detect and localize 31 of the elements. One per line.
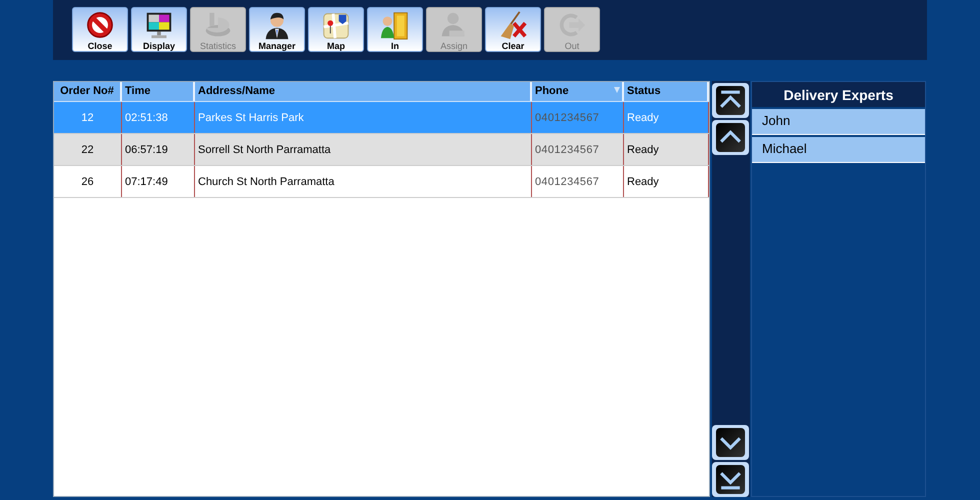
list-item[interactable]: Michael [752, 137, 925, 163]
table-cell: Ready [624, 134, 709, 165]
toolbar-button[interactable]: Manager [249, 7, 305, 52]
table-cell: 0401234567 [532, 134, 624, 165]
toolbar-button[interactable]: In [367, 7, 423, 52]
table-cell: 12 [54, 102, 122, 133]
scroll-bottom-button[interactable] [712, 462, 749, 497]
toolbar-button[interactable]: Display [131, 7, 187, 52]
table-cell: 22 [54, 134, 122, 165]
table-cell: 07:17:49 [122, 166, 195, 197]
table-cell: 06:57:19 [122, 134, 195, 165]
list-item[interactable]: John [752, 109, 925, 135]
table-cell: Church St North Parramatta [195, 166, 532, 197]
sort-icon [614, 87, 620, 93]
table-cell: Ready [624, 102, 709, 133]
table-cell: Parkes St Harris Park [195, 102, 532, 133]
table-cell: Sorrell St North Parramatta [195, 134, 532, 165]
table-cell: Ready [624, 166, 709, 197]
panel-title: Delivery Experts [752, 82, 925, 107]
scroll-down-button[interactable] [712, 425, 749, 460]
table-cell: 0401234567 [532, 166, 624, 197]
toolbar-button[interactable]: Map [308, 7, 364, 52]
table-row[interactable]: 22 06:57:19 Sorrell St North Parramatta 0401234567 Ready [54, 134, 709, 166]
scroll-up-button[interactable] [712, 120, 749, 155]
toolbar-button[interactable]: Clear [485, 7, 541, 52]
table-row[interactable]: 26 07:17:49 Church St North Parramatta 0401234567 Ready [54, 166, 709, 198]
table-cell: 0401234567 [532, 102, 624, 133]
toolbar-button[interactable]: Close [72, 7, 128, 52]
scroll-top-button[interactable] [712, 83, 749, 118]
table-cell: 26 [54, 166, 122, 197]
table-cell: 02:51:38 [122, 102, 195, 133]
